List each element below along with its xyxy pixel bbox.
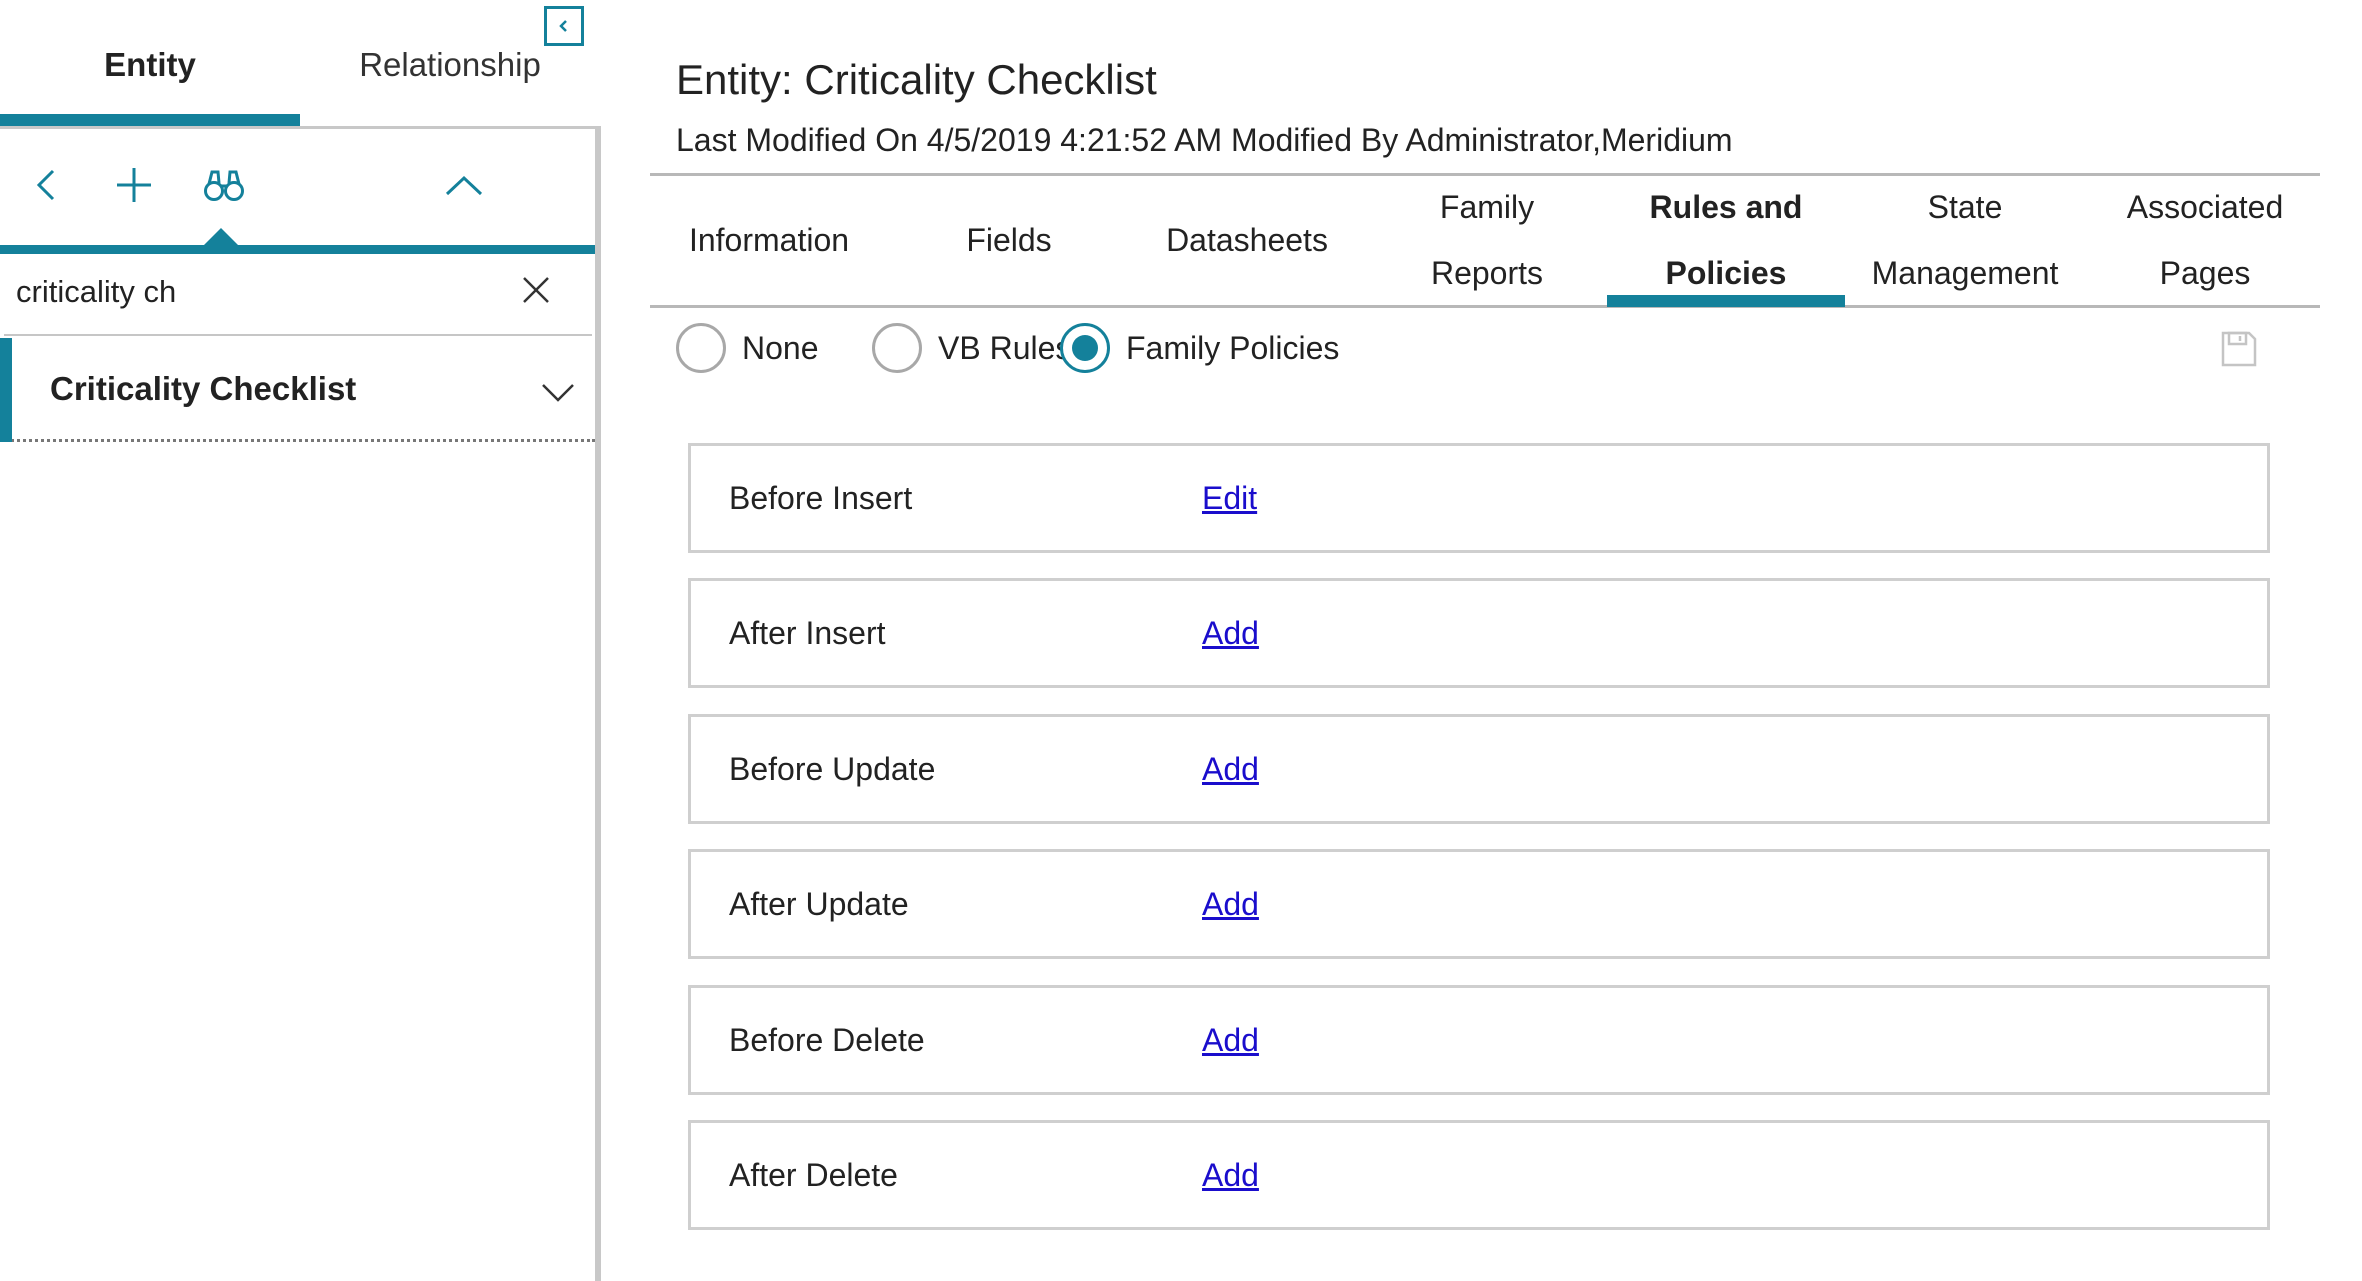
- active-tab-indicator: [0, 114, 300, 126]
- policy-row-after-update: After Update Add: [688, 849, 2270, 959]
- back-button[interactable]: [18, 157, 74, 213]
- list-item-label: Criticality Checklist: [50, 370, 356, 408]
- add-policy-link[interactable]: Add: [1202, 751, 1259, 788]
- add-policy-link[interactable]: Add: [1202, 1022, 1259, 1059]
- tab-label-line2: Pages: [2160, 240, 2251, 306]
- tab-associated-pages[interactable]: Associated Pages: [2086, 176, 2324, 304]
- edit-policy-link[interactable]: Edit: [1202, 480, 1257, 517]
- tab-fields[interactable]: Fields: [890, 176, 1128, 304]
- tab-label: Information: [689, 207, 849, 273]
- policy-event-label: After Update: [729, 886, 909, 923]
- tab-rules-and-policies[interactable]: Rules and Policies: [1607, 176, 1845, 304]
- policy-event-label: Before Insert: [729, 480, 912, 517]
- chevron-left-icon: [555, 17, 573, 35]
- tab-label-line1: Family: [1440, 174, 1534, 240]
- tab-label-line1: State: [1928, 174, 2003, 240]
- add-policy-link[interactable]: Add: [1202, 1157, 1259, 1194]
- policy-row-before-insert: Before Insert Edit: [688, 443, 2270, 553]
- radio-button-checked[interactable]: [1060, 323, 1110, 373]
- tab-label-line2: Reports: [1431, 240, 1543, 306]
- radio-label: None: [742, 330, 819, 367]
- entity-sidebar: Entity Relationship: [0, 0, 601, 1281]
- tab-label-line2: Management: [1872, 240, 2059, 306]
- tab-information[interactable]: Information: [650, 176, 888, 304]
- policy-row-after-delete: After Delete Add: [688, 1120, 2270, 1230]
- radio-label: VB Rules: [938, 330, 1071, 367]
- tab-state-management[interactable]: State Management: [1846, 176, 2084, 304]
- search-input[interactable]: criticality ch: [4, 256, 592, 336]
- search-input-value: criticality ch: [16, 274, 176, 310]
- main-tab-bar: Information Fields Datasheets Family Rep…: [650, 176, 2320, 304]
- policy-event-label: Before Update: [729, 751, 935, 788]
- radio-button[interactable]: [676, 323, 726, 373]
- tab-label: Fields: [966, 207, 1051, 273]
- sidebar-toolbar: [0, 129, 595, 243]
- tab-datasheets[interactable]: Datasheets: [1128, 176, 1366, 304]
- radio-button[interactable]: [872, 323, 922, 373]
- last-modified-info: Last Modified On 4/5/2019 4:21:52 AM Mod…: [676, 122, 1733, 159]
- tab-label: Datasheets: [1166, 207, 1328, 273]
- add-icon: [114, 165, 154, 205]
- collapse-toolbar-button[interactable]: [436, 157, 492, 213]
- list-item[interactable]: Criticality Checklist: [0, 338, 595, 442]
- back-icon: [31, 165, 61, 205]
- toolbar-divider: [0, 245, 600, 254]
- policy-event-label: After Delete: [729, 1157, 898, 1194]
- tab-family-reports[interactable]: Family Reports: [1368, 176, 1606, 304]
- clear-search-icon[interactable]: [516, 270, 556, 310]
- tab-bar-divider: [650, 305, 2320, 308]
- policy-event-label: Before Delete: [729, 1022, 925, 1059]
- policy-event-label: After Insert: [729, 615, 886, 652]
- chevron-down-icon[interactable]: [538, 372, 578, 412]
- policy-row-before-delete: Before Delete Add: [688, 985, 2270, 1095]
- rule-type-radio-group: None VB Rules Family Policies: [676, 318, 2276, 378]
- add-policy-link[interactable]: Add: [1202, 615, 1259, 652]
- policy-row-after-insert: After Insert Add: [688, 578, 2270, 688]
- radio-family-policies[interactable]: Family Policies: [1060, 318, 1339, 378]
- active-tool-pointer: [204, 228, 238, 245]
- binoculars-icon: [203, 166, 245, 204]
- radio-vb-rules[interactable]: VB Rules: [872, 318, 1071, 378]
- tab-entity[interactable]: Entity: [0, 40, 300, 90]
- selected-item-indicator: [0, 338, 12, 442]
- active-tab-indicator: [1607, 295, 1845, 307]
- tab-label-line1: Rules and: [1650, 174, 1803, 240]
- panel-divider: [595, 127, 601, 1281]
- radio-label: Family Policies: [1126, 330, 1339, 367]
- policy-row-before-update: Before Update Add: [688, 714, 2270, 824]
- chevron-up-icon: [443, 170, 485, 200]
- save-icon[interactable]: [2220, 330, 2258, 368]
- radio-none[interactable]: None: [676, 318, 819, 378]
- tab-relationship[interactable]: Relationship: [300, 40, 600, 90]
- tab-label-line1: Associated: [2127, 174, 2284, 240]
- add-policy-link[interactable]: Add: [1202, 886, 1259, 923]
- page-title: Entity: Criticality Checklist: [676, 56, 1157, 104]
- search-button[interactable]: [196, 157, 252, 213]
- add-button[interactable]: [106, 157, 162, 213]
